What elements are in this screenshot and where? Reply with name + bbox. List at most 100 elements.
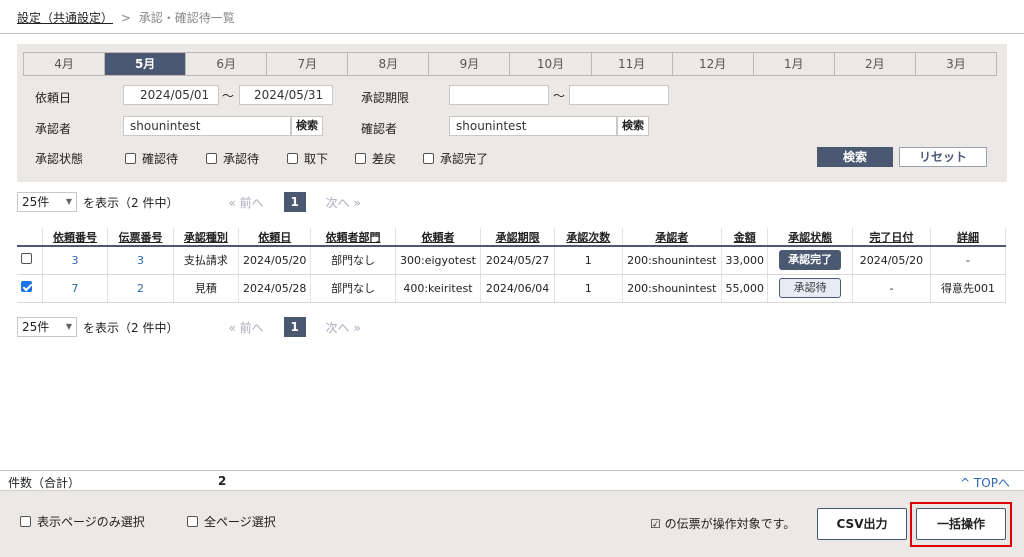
select-all-checkbox[interactable]: 全ページ選択 <box>187 513 276 530</box>
deadline-to-input[interactable] <box>569 85 669 105</box>
approver-cell: 200:shounintest <box>622 246 723 275</box>
total-count-label: 件数（合計） <box>8 476 81 490</box>
request-date-tilde: 〜 <box>222 89 235 103</box>
header-slip-no[interactable]: 伝票番号 <box>107 228 174 247</box>
requester-dept-cell: 部門なし <box>310 274 396 303</box>
bulk-operation-highlight <box>910 502 1012 547</box>
pager-top: 25件 ▼ を表示（2 件中） « 前へ 1 次へ » <box>17 191 381 213</box>
tab-month-1[interactable]: 1月 <box>754 53 835 75</box>
per-page-select[interactable]: 25件 ▼ <box>17 317 77 337</box>
tab-month-4[interactable]: 4月 <box>24 53 106 75</box>
tab-month-6[interactable]: 6月 <box>186 53 268 75</box>
search-button[interactable]: 検索 <box>817 147 893 167</box>
breadcrumb-settings-link[interactable]: 設定（共通設定） <box>17 11 113 25</box>
header-approver[interactable]: 承認者 <box>622 228 723 247</box>
tab-month-3[interactable]: 3月 <box>916 53 996 75</box>
select-page-checkbox[interactable]: 表示ページのみ選択 <box>20 513 145 530</box>
tab-month-10[interactable]: 10月 <box>510 53 592 75</box>
csv-export-button[interactable]: CSV出力 <box>817 508 907 540</box>
status-cell: 承認待 <box>767 274 853 303</box>
approver-lookup-button[interactable]: 検索 <box>291 116 323 136</box>
request-date-from-input[interactable]: 2024/05/01 <box>123 85 219 105</box>
tab-month-2[interactable]: 2月 <box>835 53 916 75</box>
back-to-top-link[interactable]: ^ TOPへ <box>960 474 1010 491</box>
amount-cell: 55,000 <box>721 274 769 303</box>
header-requester-dept[interactable]: 依頼者部門 <box>310 228 396 247</box>
checkbox-icon[interactable] <box>206 153 217 164</box>
results-table: 依頼番号 伝票番号 承認種別 依頼日 依頼者部門 依頼者 承認期限 承認次数 承… <box>17 228 1007 303</box>
prev-page-link[interactable]: « 前へ <box>228 319 263 336</box>
deadline-cell: 2024/06/04 <box>480 274 556 303</box>
table-row[interactable]: 7 2 見積 2024/05/28 部門なし 400:keiritest 202… <box>17 274 1007 303</box>
header-status[interactable]: 承認状態 <box>767 228 853 247</box>
footer-bar: 表示ページのみ選択 全ページ選択 ☑ の伝票が操作対象です。 CSV出力 一括操… <box>0 490 1024 557</box>
request-no-link[interactable]: 3 <box>42 246 109 275</box>
page-number-current[interactable]: 1 <box>283 317 306 337</box>
per-page-select[interactable]: 25件 ▼ <box>17 192 77 212</box>
status-checkbox-kakunin[interactable]: 確認待 <box>125 150 178 167</box>
totals-bar: 件数（合計） 2 ^ TOPへ <box>0 470 1024 490</box>
total-count-value: 2 <box>218 474 227 488</box>
request-date-to-input[interactable]: 2024/05/31 <box>239 85 333 105</box>
completed-date-cell: - <box>852 274 931 303</box>
status-checkbox-shounin[interactable]: 承認待 <box>206 150 259 167</box>
slip-no-link[interactable]: 3 <box>107 246 174 275</box>
request-date-cell: 2024/05/20 <box>238 246 312 275</box>
confirmer-lookup-button[interactable]: 検索 <box>617 116 649 136</box>
row-checkbox[interactable] <box>20 281 32 292</box>
header-requester[interactable]: 依頼者 <box>395 228 482 247</box>
chevron-down-icon: ▼ <box>65 322 72 331</box>
header-request-no[interactable]: 依頼番号 <box>42 228 109 247</box>
approval-type-cell: 見積 <box>173 274 240 303</box>
tab-month-12[interactable]: 12月 <box>673 53 754 75</box>
requester-cell: 300:eigyotest <box>395 246 482 275</box>
table-row[interactable]: 3 3 支払請求 2024/05/20 部門なし 300:eigyotest 2… <box>17 246 1007 275</box>
checkbox-icon[interactable] <box>187 516 198 527</box>
header-approval-type[interactable]: 承認種別 <box>173 228 240 247</box>
status-label: 承認状態 <box>35 152 84 166</box>
header-deadline[interactable]: 承認期限 <box>480 228 556 247</box>
checkbox-icon[interactable] <box>20 516 31 527</box>
tab-month-11[interactable]: 11月 <box>592 53 673 75</box>
table-header-row: 依頼番号 伝票番号 承認種別 依頼日 依頼者部門 依頼者 承認期限 承認次数 承… <box>17 228 1007 247</box>
status-checkbox-sashimodoshi[interactable]: 差戻 <box>355 150 396 167</box>
checkbox-icon[interactable] <box>423 153 434 164</box>
tab-month-8[interactable]: 8月 <box>348 53 430 75</box>
confirmer-label: 確認者 <box>361 122 398 136</box>
tab-month-5[interactable]: 5月 <box>105 53 187 75</box>
prev-page-link[interactable]: « 前へ <box>228 194 263 211</box>
result-count-text: を表示（2 件中） <box>83 320 179 335</box>
header-detail[interactable]: 詳細 <box>930 228 1007 247</box>
header-approval-level[interactable]: 承認次数 <box>554 228 623 247</box>
chevron-down-icon: ▼ <box>65 197 72 206</box>
status-checkbox-kanryo[interactable]: 承認完了 <box>423 150 488 167</box>
header-amount[interactable]: 金額 <box>721 228 769 247</box>
tab-month-9[interactable]: 9月 <box>429 53 511 75</box>
header-request-date[interactable]: 依頼日 <box>238 228 312 247</box>
slip-no-link[interactable]: 2 <box>107 274 174 303</box>
status-checkbox-torisage[interactable]: 取下 <box>287 150 328 167</box>
request-no-link[interactable]: 7 <box>42 274 109 303</box>
approver-input[interactable]: shounintest <box>123 116 291 136</box>
deadline-from-input[interactable] <box>449 85 549 105</box>
page-number-current[interactable]: 1 <box>283 192 306 212</box>
deadline-cell: 2024/05/27 <box>480 246 556 275</box>
next-page-link[interactable]: 次へ » <box>326 194 361 211</box>
next-page-link[interactable]: 次へ » <box>326 319 361 336</box>
operation-target-note: ☑ の伝票が操作対象です。 <box>650 517 796 531</box>
tab-month-7[interactable]: 7月 <box>267 53 349 75</box>
checkbox-icon[interactable] <box>287 153 298 164</box>
reset-button[interactable]: リセット <box>899 147 987 167</box>
row-checkbox-cell <box>17 274 43 303</box>
status-badge[interactable]: 承認完了 <box>779 250 842 271</box>
checkbox-icon[interactable] <box>125 153 136 164</box>
deadline-label: 承認期限 <box>361 91 410 105</box>
confirmer-input[interactable]: shounintest <box>449 116 617 136</box>
status-badge[interactable]: 承認待 <box>779 278 842 298</box>
approval-level-cell: 1 <box>554 274 623 303</box>
row-checkbox[interactable] <box>20 253 32 265</box>
header-completed-date[interactable]: 完了日付 <box>852 228 931 247</box>
completed-date-cell: 2024/05/20 <box>852 246 931 275</box>
checkbox-icon[interactable] <box>355 153 366 164</box>
detail-cell: 得意先001 <box>930 274 1007 303</box>
